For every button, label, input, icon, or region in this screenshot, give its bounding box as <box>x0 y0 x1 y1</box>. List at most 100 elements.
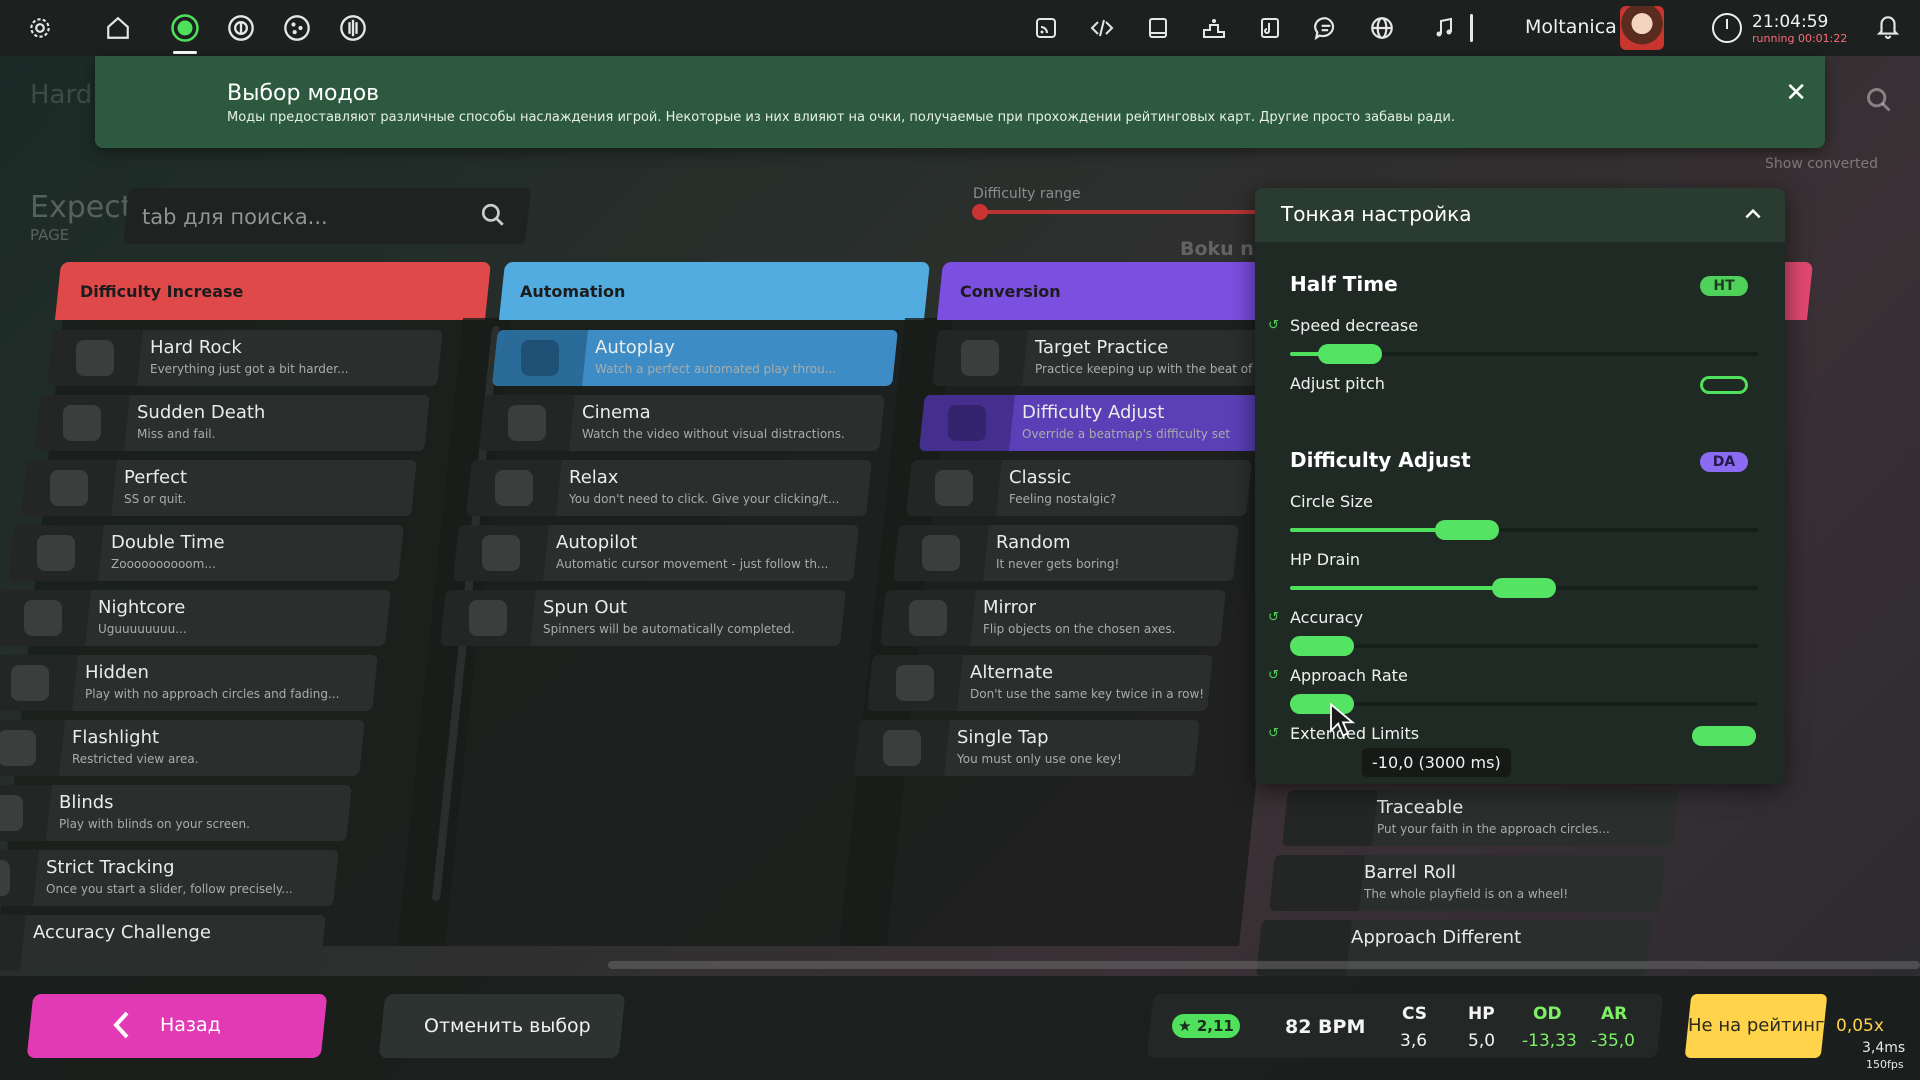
speed-decrease-slider[interactable] <box>1290 344 1758 364</box>
mod-description: Watch a perfect automated play throu... <box>595 362 837 376</box>
mod-icon-box <box>34 395 130 451</box>
mod-hard-rock[interactable] <box>47 330 443 386</box>
speed-decrease-nub[interactable] <box>1318 344 1383 364</box>
od-label: OD <box>1533 1004 1562 1024</box>
slider-value-tooltip: -10,0 (3000 ms) <box>1362 748 1511 777</box>
social-button[interactable] <box>1362 8 1402 48</box>
reset-approach-rate-icon[interactable]: ↺ <box>1268 668 1279 683</box>
accuracy-nub[interactable] <box>1290 636 1354 656</box>
ruleset-osu-button[interactable] <box>165 8 205 54</box>
mod-nightcore[interactable] <box>0 590 391 646</box>
approach-rate-slider[interactable] <box>1290 694 1758 714</box>
mod-classic[interactable] <box>906 460 1252 516</box>
hp-drain-slider[interactable] <box>1290 578 1758 598</box>
reset-speed-icon[interactable]: ↺ <box>1268 318 1279 333</box>
hp-label: HP <box>1468 1004 1495 1024</box>
difficulty-adjust-section-title: Difficulty Adjust <box>1290 448 1471 472</box>
search-input[interactable] <box>142 200 462 234</box>
chevron-up-icon[interactable] <box>1743 204 1763 224</box>
beatmap-listing-button[interactable] <box>1250 8 1290 48</box>
search-icon[interactable] <box>480 202 506 228</box>
settings-button[interactable] <box>20 8 60 48</box>
ruleset-catch-button[interactable] <box>277 8 317 48</box>
chevron-left-icon <box>113 1011 129 1039</box>
mod-icon-box <box>880 590 976 646</box>
circle-size-slider[interactable] <box>1290 520 1758 540</box>
mod-name: Sudden Death <box>137 402 266 423</box>
mod-icon-box <box>0 655 78 711</box>
adjust-pitch-label: Adjust pitch <box>1290 374 1385 393</box>
reset-accuracy-icon[interactable]: ↺ <box>1268 610 1279 625</box>
mod-relax[interactable] <box>466 460 872 516</box>
rate-multiplier: 0,05x <box>1836 1016 1884 1036</box>
extended-limits-toggle[interactable] <box>1692 726 1756 746</box>
dev-button[interactable] <box>1082 8 1122 48</box>
toolbar-divider <box>1470 14 1473 42</box>
rss-button[interactable] <box>1026 8 1066 48</box>
mod-blinds[interactable] <box>0 785 352 841</box>
browser-button[interactable] <box>1138 8 1178 48</box>
mod-name: Cinema <box>582 402 651 423</box>
beatmap-icon <box>1261 18 1279 38</box>
mod-mirror[interactable] <box>880 590 1226 646</box>
mod-description: SS or quit. <box>124 492 187 506</box>
customisation-header[interactable]: Тонкая настройка <box>1255 188 1785 242</box>
mod-flashlight[interactable] <box>0 720 365 776</box>
mod-name: Hard Rock <box>150 337 242 358</box>
home-button[interactable] <box>98 8 138 48</box>
mod-description: You don't need to click. Give your click… <box>569 492 840 506</box>
rankings-button[interactable] <box>1194 8 1234 48</box>
mod-description: It never gets boring! <box>996 557 1120 571</box>
adjust-pitch-toggle[interactable] <box>1700 376 1748 394</box>
hp-drain-nub[interactable] <box>1492 578 1556 598</box>
mod-perfect[interactable] <box>21 460 417 516</box>
circle-size-nub[interactable] <box>1435 520 1500 540</box>
avatar[interactable] <box>1620 6 1664 50</box>
mod-name: Target Practice <box>1035 337 1169 358</box>
single-tap-icon <box>883 730 921 766</box>
deselect-all-label: Отменить выбор <box>424 1015 591 1037</box>
mod-description: Feeling nostalgic? <box>1009 492 1117 506</box>
back-button-label: Назад <box>160 1014 221 1036</box>
mod-icon-box <box>453 525 549 581</box>
target-practice-icon <box>961 340 999 376</box>
ruleset-taiko-button[interactable] <box>221 8 261 48</box>
perfect-icon <box>50 470 88 506</box>
user-name[interactable]: Moltanica <box>1525 16 1617 38</box>
accuracy-slider[interactable] <box>1290 636 1758 656</box>
mod-description: Don't use the same key twice in a row! <box>970 687 1205 701</box>
ruleset-mania-button[interactable] <box>333 8 373 48</box>
mod-name: Hidden <box>85 662 149 683</box>
difficulty-adjust-badge: DA <box>1700 452 1748 472</box>
autoplay-icon <box>521 340 559 376</box>
mod-traceable[interactable] <box>1282 790 1678 846</box>
mod-name: Mirror <box>983 597 1037 618</box>
random-icon <box>922 535 960 571</box>
classic-icon <box>935 470 973 506</box>
mod-description: Everything just got a bit harder... <box>150 362 349 376</box>
mod-barrel-roll[interactable] <box>1269 855 1665 911</box>
mod-spun-out[interactable] <box>440 590 846 646</box>
hidden-icon <box>11 665 49 701</box>
mod-icon-box <box>0 785 52 841</box>
close-icon[interactable]: ✕ <box>1785 78 1807 108</box>
mod-cinema[interactable] <box>479 395 885 451</box>
mod-autoplay[interactable] <box>492 330 898 386</box>
chat-button[interactable] <box>1306 8 1346 48</box>
speed-decrease-label: Speed decrease <box>1290 316 1419 335</box>
now-playing-button[interactable] <box>1424 8 1464 48</box>
background-search-icon <box>1865 86 1893 121</box>
mod-icon-box <box>1269 855 1365 911</box>
notifications-bell-icon[interactable] <box>1875 12 1901 46</box>
star-rating-badge: ★ 2,11 <box>1172 1014 1240 1038</box>
difficulty-range-slider[interactable] <box>972 204 1268 220</box>
hard-rock-icon <box>76 340 114 376</box>
mod-hidden[interactable] <box>0 655 378 711</box>
columns-horizontal-scrollbar[interactable] <box>608 961 1920 969</box>
reset-extended-limits-icon[interactable]: ↺ <box>1268 726 1279 741</box>
cinema-icon <box>508 405 546 441</box>
mod-description: Flip objects on the chosen axes. <box>983 622 1176 636</box>
mod-autopilot[interactable] <box>453 525 859 581</box>
globe-icon <box>1371 17 1393 39</box>
page-description: Моды предоставляют различные способы нас… <box>227 110 1455 125</box>
